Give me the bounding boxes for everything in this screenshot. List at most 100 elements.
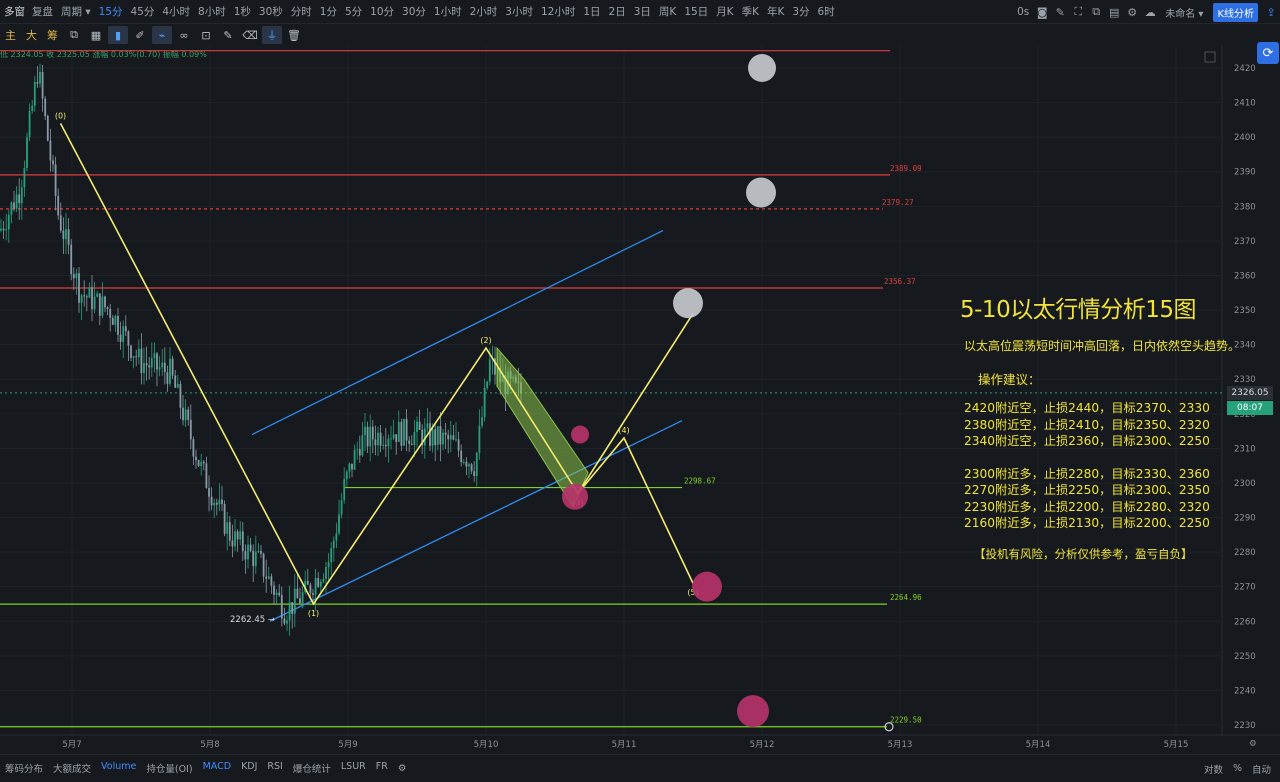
candle-body bbox=[23, 168, 26, 188]
candle-body bbox=[418, 421, 421, 430]
candle-body bbox=[392, 434, 395, 439]
share-icon[interactable]: ⇪ bbox=[1262, 6, 1280, 19]
candle-body bbox=[200, 461, 203, 466]
interval-10[interactable]: 30分 bbox=[398, 0, 430, 24]
interval-15[interactable]: 1日 bbox=[579, 0, 604, 24]
interval-9[interactable]: 10分 bbox=[366, 0, 398, 24]
indicator-tab-9[interactable]: FR bbox=[371, 761, 393, 775]
draw-line-icon[interactable]: ✐ bbox=[130, 26, 150, 44]
indicator-tab-0[interactable]: 筹码分布 bbox=[0, 761, 48, 775]
candle-body bbox=[10, 202, 13, 215]
candle-body bbox=[278, 592, 281, 596]
interval-14[interactable]: 12小时 bbox=[537, 0, 579, 24]
interval-23[interactable]: 3分 bbox=[788, 0, 813, 24]
indicator-tab-7[interactable]: 爆仓统计 bbox=[288, 761, 336, 775]
y-tick-label: 2250 bbox=[1234, 652, 1256, 662]
interval-19[interactable]: 15日 bbox=[680, 0, 712, 24]
candle-body bbox=[0, 228, 2, 231]
interval-3[interactable]: 8小时 bbox=[194, 0, 230, 24]
trash-icon[interactable]: 🗑 bbox=[284, 26, 304, 44]
interval-16[interactable]: 2日 bbox=[605, 0, 630, 24]
candle-body bbox=[153, 353, 156, 359]
interval-12[interactable]: 2小时 bbox=[466, 0, 502, 24]
candle-body bbox=[275, 592, 278, 595]
kline-analysis-button[interactable]: K线分析 bbox=[1213, 2, 1258, 22]
replay-button[interactable]: 复盘 bbox=[28, 0, 57, 24]
y-tick-label: 2240 bbox=[1234, 686, 1256, 696]
chip-button[interactable]: 筹 bbox=[42, 27, 63, 43]
measure-icon[interactable]: ∞ bbox=[174, 26, 194, 44]
long-line: 2300附近多，止损2280，目标2330、2360 bbox=[964, 466, 1210, 481]
candle-body bbox=[460, 450, 463, 463]
candle-body bbox=[262, 553, 265, 577]
interval-21[interactable]: 季K bbox=[738, 0, 763, 24]
indicator-tab-8[interactable]: LSUR bbox=[336, 761, 371, 775]
main-indicator-button[interactable]: 主 bbox=[0, 27, 21, 43]
compare-icon[interactable]: ⧉ bbox=[1087, 5, 1105, 19]
candle-body bbox=[317, 578, 320, 587]
layout-icon[interactable]: ▤ bbox=[1105, 6, 1123, 19]
fullscreen-icon[interactable]: ⛶ bbox=[1069, 5, 1087, 19]
percent-toggle[interactable]: % bbox=[1228, 763, 1247, 774]
channel-lower-line bbox=[269, 420, 683, 622]
candle-body bbox=[395, 434, 398, 442]
interval-5[interactable]: 30秒 bbox=[255, 0, 287, 24]
filter-icon[interactable]: ⏚ bbox=[262, 26, 282, 44]
settings-icon[interactable]: ⚙ bbox=[393, 763, 412, 774]
cloud-icon[interactable]: ☁ bbox=[1141, 6, 1159, 19]
big-order-button[interactable]: 大 bbox=[21, 27, 42, 43]
interval-22[interactable]: 年K bbox=[763, 0, 788, 24]
candle-body bbox=[109, 308, 112, 318]
indicator-tab-1[interactable]: 大额成交 bbox=[48, 761, 96, 775]
y-tick-label: 2370 bbox=[1234, 237, 1256, 247]
magnet-icon[interactable]: ⌁ bbox=[152, 26, 172, 44]
period-dropdown[interactable]: 周期 ▾ bbox=[57, 0, 95, 24]
interval-24[interactable]: 6时 bbox=[814, 0, 839, 24]
interval-17[interactable]: 3日 bbox=[630, 0, 655, 24]
template-icon[interactable]: ▦ bbox=[86, 26, 106, 44]
indicator-icon[interactable]: ⧉ bbox=[64, 26, 84, 44]
edit-icon[interactable]: ✎ bbox=[218, 26, 238, 44]
pen-icon[interactable]: ✎ bbox=[1051, 6, 1069, 19]
interval-8[interactable]: 5分 bbox=[341, 0, 366, 24]
interval-6[interactable]: 分时 bbox=[287, 0, 316, 24]
interval-4[interactable]: 1秒 bbox=[230, 0, 255, 24]
interval-18[interactable]: 周K bbox=[655, 0, 680, 24]
indicator-tab-3[interactable]: 持仓量(OI) bbox=[141, 761, 197, 775]
indicator-tab-4[interactable]: MACD bbox=[198, 761, 236, 775]
alt-wave-path bbox=[577, 313, 694, 494]
candle-body bbox=[260, 550, 262, 554]
candle-body bbox=[452, 435, 455, 440]
interval-7[interactable]: 1分 bbox=[316, 0, 341, 24]
auto-toggle[interactable]: 自动 bbox=[1247, 762, 1276, 776]
candle-body bbox=[267, 576, 270, 579]
side-panel-button[interactable]: ⟳ bbox=[1257, 42, 1279, 64]
interval-20[interactable]: 月K bbox=[712, 0, 737, 24]
indicator-tab-6[interactable]: RSI bbox=[262, 761, 287, 775]
cursor-icon[interactable]: ▮ bbox=[108, 26, 128, 44]
interval-0[interactable]: 15分 bbox=[95, 0, 127, 24]
candle-body bbox=[88, 287, 91, 298]
candle-body bbox=[327, 562, 330, 567]
indicator-tab-5[interactable]: KDJ bbox=[236, 761, 262, 775]
eraser-icon[interactable]: ⌫ bbox=[240, 26, 260, 44]
log-toggle[interactable]: 对数 bbox=[1199, 762, 1228, 776]
gear-icon[interactable]: ⚙ bbox=[1123, 6, 1141, 19]
candle-body bbox=[340, 500, 343, 515]
interval-2[interactable]: 4小时 bbox=[158, 0, 194, 24]
layout-name-dropdown[interactable]: 未命名 ▾ bbox=[1159, 5, 1209, 20]
indicator-tab-2[interactable]: Volume bbox=[96, 761, 141, 775]
candle-body bbox=[429, 423, 431, 446]
interval-11[interactable]: 1小时 bbox=[430, 0, 466, 24]
camera-icon[interactable]: ◙ bbox=[1033, 6, 1051, 19]
interval-1[interactable]: 45分 bbox=[126, 0, 158, 24]
x-tick-label: 5月9 bbox=[338, 740, 357, 750]
x-tick-label: 5月10 bbox=[474, 740, 499, 750]
multi-window-button[interactable]: 多窗 bbox=[0, 4, 28, 19]
lock-icon[interactable]: ⊡ bbox=[196, 26, 216, 44]
interval-13[interactable]: 3小时 bbox=[501, 0, 537, 24]
candle-body bbox=[361, 435, 364, 456]
candle-body bbox=[345, 471, 348, 480]
candle-body bbox=[369, 426, 372, 447]
candle-body bbox=[36, 81, 39, 84]
